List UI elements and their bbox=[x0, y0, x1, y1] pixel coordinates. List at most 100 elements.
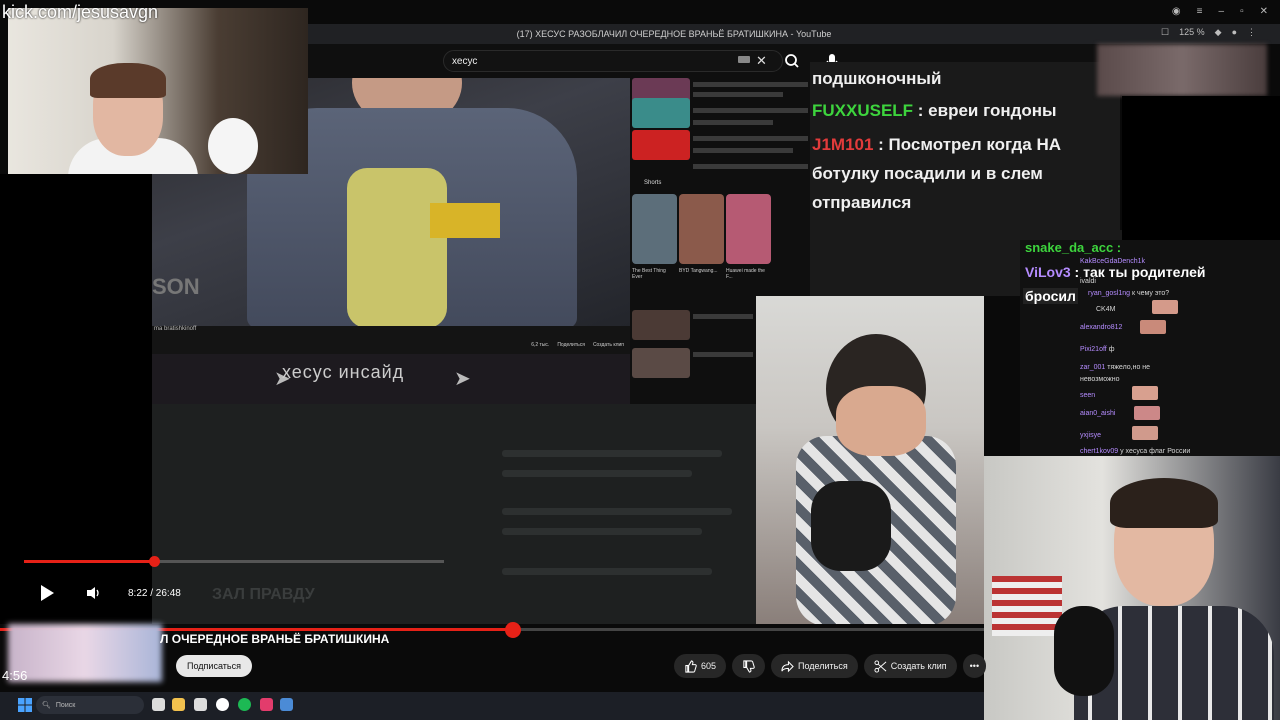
file-explorer-icon[interactable] bbox=[172, 698, 185, 711]
blurred-text-line bbox=[502, 470, 692, 477]
bookmark-icon[interactable]: ☐ bbox=[1161, 27, 1169, 38]
microphone-app-icon[interactable] bbox=[260, 698, 273, 711]
kick-chat-line: ivaldi bbox=[1080, 278, 1096, 285]
kick-chat-username: alexandro812 bbox=[1080, 324, 1123, 331]
rec-thumbnail[interactable] bbox=[632, 348, 690, 378]
share-icon bbox=[781, 660, 794, 672]
bottom-progress-knob[interactable] bbox=[505, 622, 521, 638]
chat-text: подшконочный bbox=[812, 69, 942, 88]
short-thumbnail[interactable] bbox=[679, 194, 724, 264]
short-thumbnail[interactable] bbox=[632, 194, 677, 264]
webcam-person-face bbox=[836, 386, 926, 456]
rec-title-line bbox=[693, 164, 808, 169]
thumbs-up-icon bbox=[685, 659, 697, 673]
chat-message: J1M101 : Посмотрел когда НА bbox=[812, 130, 1061, 159]
video-jacket-patch bbox=[430, 203, 500, 238]
clear-search-icon[interactable]: ✕ bbox=[756, 53, 767, 69]
yandex-browser-icon[interactable] bbox=[216, 698, 229, 711]
dislike-button[interactable] bbox=[732, 654, 766, 678]
chat-username: FUXXUSELF bbox=[812, 101, 914, 120]
globe-icon[interactable]: ◉ bbox=[1172, 6, 1181, 22]
rec-thumbnail[interactable] bbox=[632, 98, 690, 128]
browser-tab-title: (17) ХЕСУС РАЗОБЛАЧИЛ ОЧЕРЕДНОЕ ВРАНЬЁ Б… bbox=[516, 29, 832, 39]
mini-share[interactable]: Поделиться bbox=[557, 342, 585, 348]
comments-area: ЗАЛ ПРАВДУ bbox=[152, 404, 756, 624]
blurred-text-line bbox=[502, 508, 732, 515]
mini-like-count[interactable]: 6,2 тыс. bbox=[531, 342, 549, 348]
rec-thumbnail[interactable] bbox=[632, 130, 690, 160]
share-label: Поделиться bbox=[798, 661, 848, 671]
taskbar-search-placeholder: Поиск bbox=[55, 701, 76, 709]
webcam-person-hair bbox=[1110, 478, 1218, 528]
player-progress-bar[interactable] bbox=[24, 556, 444, 567]
close-icon[interactable]: ✕ bbox=[1260, 6, 1268, 22]
browser-toolbar-icons: ☐ 125 % ◆ ● ⋮ bbox=[1161, 27, 1256, 38]
chat-text: : Посмотрел когда НА bbox=[878, 135, 1062, 154]
zoom-indicator[interactable]: 125 % bbox=[1179, 27, 1205, 38]
chat-emote bbox=[1140, 320, 1166, 334]
minimize-icon[interactable]: – bbox=[1219, 6, 1225, 22]
kick-chat-line: невозможно bbox=[1080, 376, 1120, 383]
search-input[interactable]: хесус bbox=[443, 50, 783, 72]
share-button[interactable]: Поделиться bbox=[771, 654, 858, 678]
telegram-banner-text: хесус инсайд bbox=[282, 362, 405, 382]
kick-chat-line: CK4M bbox=[1096, 306, 1115, 313]
extensions-icon[interactable]: ◆ bbox=[1215, 27, 1222, 38]
menu-icon[interactable]: ⋮ bbox=[1247, 27, 1256, 38]
video-action-row: 605 Поделиться Создать клип ••• bbox=[674, 654, 987, 678]
chat-message: ботулку посадили и в слем bbox=[812, 159, 1043, 188]
blurred-channel-avatar bbox=[8, 624, 162, 682]
video-channel-name[interactable]: ma bratishkinoff bbox=[154, 326, 196, 332]
rec-thumbnail[interactable] bbox=[632, 310, 690, 340]
like-button[interactable]: 605 bbox=[674, 654, 727, 678]
webcam-flag bbox=[992, 576, 1062, 636]
profile-icon[interactable]: ● bbox=[1232, 27, 1237, 38]
blurred-text-line bbox=[502, 528, 702, 535]
kick-chat-text: невозможно bbox=[1080, 376, 1120, 383]
short-thumbnail[interactable] bbox=[726, 194, 771, 264]
chat-message: отправился bbox=[812, 188, 911, 217]
kick-chat-line: Pixi21off ф bbox=[1080, 346, 1114, 353]
taskbar-search[interactable]: 🔍︎ Поиск bbox=[36, 696, 144, 714]
kick-chat-line: seen bbox=[1080, 392, 1095, 399]
like-count: 605 bbox=[701, 661, 717, 671]
video-person-shirt bbox=[347, 168, 447, 326]
kick-chat-line: aian0_aishi bbox=[1080, 410, 1115, 417]
kick-chat-username: yxjisye bbox=[1080, 432, 1102, 439]
maximize-icon[interactable]: ▫ bbox=[1240, 6, 1244, 22]
task-view-icon[interactable] bbox=[152, 698, 165, 711]
volume-icon[interactable] bbox=[86, 586, 102, 600]
menu-lines-icon[interactable]: ≡ bbox=[1197, 6, 1203, 22]
kick-chat-text: ф bbox=[1108, 346, 1115, 353]
more-actions-button[interactable]: ••• bbox=[962, 654, 987, 678]
video-info-bar: ma bratishkinoff 6,2 тыс. Поделиться Соз… bbox=[152, 326, 630, 354]
search-icon[interactable] bbox=[778, 50, 806, 72]
video-background-sign: SON bbox=[152, 274, 200, 299]
keyboard-icon[interactable] bbox=[738, 56, 750, 63]
kick-chat-text: CK4M bbox=[1096, 306, 1116, 313]
rec-title-line bbox=[693, 314, 753, 319]
search-icon: 🔍︎ bbox=[42, 702, 51, 709]
subscribe-button[interactable]: Подписаться bbox=[176, 655, 252, 677]
create-clip-button[interactable]: Создать клип bbox=[863, 654, 957, 678]
play-icon[interactable] bbox=[38, 584, 56, 602]
stream-timer: 4:56 bbox=[2, 668, 28, 683]
rec-title-line bbox=[693, 108, 808, 113]
dark-region bbox=[1122, 96, 1280, 240]
webcam-microphone bbox=[811, 481, 891, 571]
recommendations-column: Shorts The Best Thing Ever BYD Tangwang.… bbox=[630, 78, 810, 304]
windows-start-icon[interactable] bbox=[18, 698, 32, 712]
chat-emote bbox=[1132, 426, 1158, 440]
kick-chat-text: ivaldi bbox=[1080, 278, 1096, 285]
rec-title-line bbox=[693, 92, 783, 97]
more-dots-icon: ••• bbox=[969, 661, 980, 671]
mini-clip[interactable]: Создать клип bbox=[593, 342, 624, 348]
kick-chat-highlight: ViLov3 : так ты родителей bbox=[1025, 264, 1206, 280]
telegram-app-icon[interactable] bbox=[280, 698, 293, 711]
calendar-icon[interactable] bbox=[194, 698, 207, 711]
spotify-icon[interactable] bbox=[238, 698, 251, 711]
kick-chat-text: бросил bbox=[1023, 288, 1078, 304]
chat-emote bbox=[1152, 300, 1178, 314]
kick-chat-text: тяжело,но не bbox=[1107, 364, 1151, 371]
kick-chat-username: Pixi21off bbox=[1080, 346, 1107, 353]
